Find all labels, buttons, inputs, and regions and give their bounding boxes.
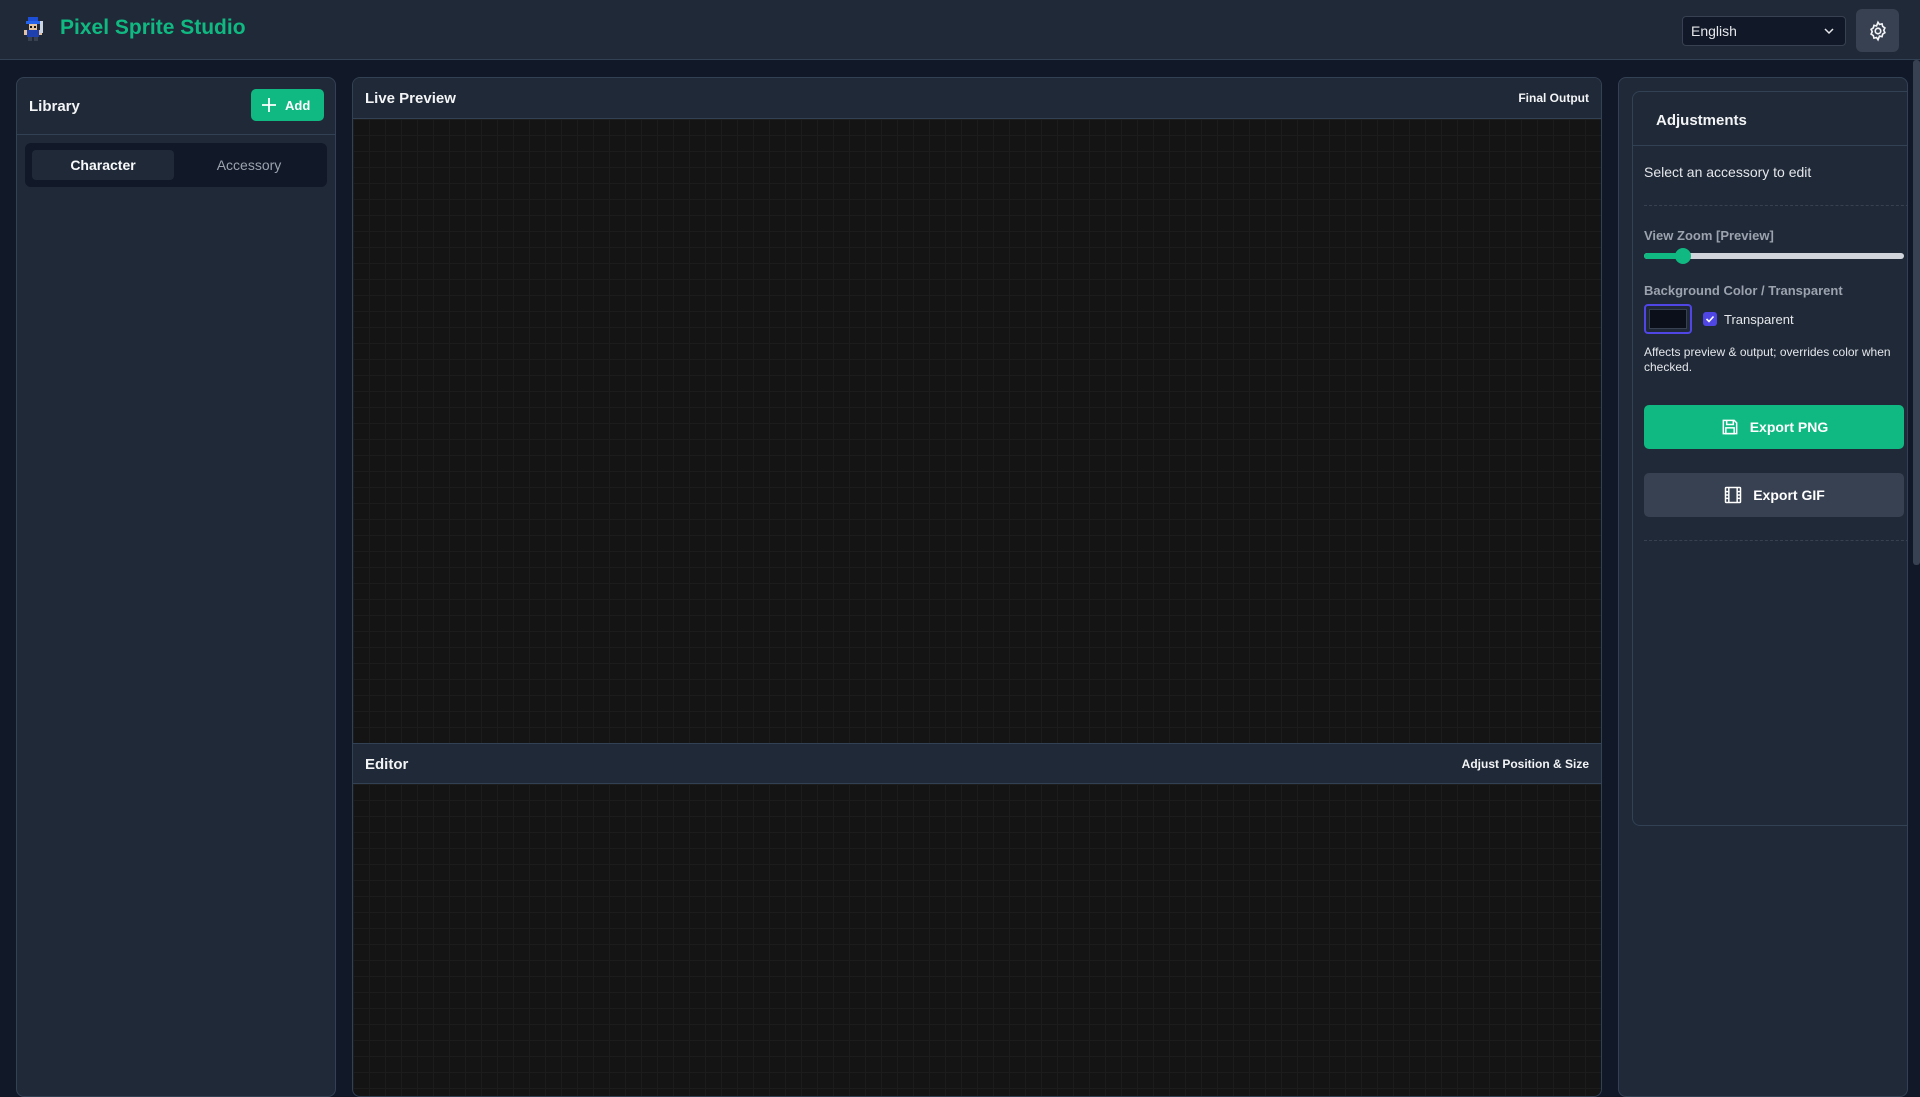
editor-title: Editor [365,756,409,773]
tab-accessory[interactable]: Accessory [178,150,320,180]
export-gif-label: Export GIF [1753,487,1825,503]
transparent-label: Transparent [1724,312,1794,327]
export-png-button[interactable]: Export PNG [1644,405,1904,449]
add-button-label: Add [285,97,311,113]
adjustments-title: Adjustments [1656,112,1747,129]
app-header: Pixel Sprite Studio English [0,0,1920,60]
divider [1644,540,1907,541]
background-label: Background Color / Transparent [1644,283,1843,298]
editor-canvas[interactable] [353,784,1601,1096]
library-tabs: Character Accessory [25,143,327,187]
right-panel: Adjustments Select an accessory to edit … [1618,77,1908,1097]
language-select[interactable]: English [1682,16,1846,46]
adjustments-hint: Select an accessory to edit [1644,164,1812,180]
check-icon [1705,315,1715,323]
export-gif-button[interactable]: Export GIF [1644,473,1904,517]
library-title: Library [29,98,80,115]
zoom-slider[interactable] [1644,248,1904,264]
transparent-checkbox[interactable] [1703,312,1717,326]
tab-character[interactable]: Character [32,150,174,180]
page-scrollbar[interactable] [1913,60,1920,565]
background-note: Affects preview & output; overrides colo… [1644,345,1891,374]
language-value: English [1691,23,1737,39]
film-icon [1724,486,1742,504]
library-panel: Library Add Character Accessory [16,77,336,1097]
plus-icon [262,98,276,112]
zoom-slider-thumb[interactable] [1675,248,1691,264]
settings-button[interactable] [1856,9,1899,52]
save-icon [1722,419,1738,435]
library-header: Library Add [17,78,335,135]
editor-header: Editor Adjust Position & Size [353,743,1601,784]
export-png-label: Export PNG [1749,419,1829,435]
live-preview-canvas[interactable] [353,119,1601,743]
app-title: Pixel Sprite Studio [60,16,246,39]
pixel-character-logo-icon [24,17,43,41]
background-color-picker[interactable] [1644,304,1692,334]
live-preview-title: Live Preview [365,90,456,107]
zoom-label: View Zoom [Preview] [1644,228,1774,243]
adjustments-panel: Adjustments Select an accessory to edit … [1632,91,1907,826]
adjustments-header: Adjustments [1633,92,1907,146]
gear-icon [1869,20,1886,41]
editor-subtitle: Adjust Position & Size [1461,757,1589,771]
live-preview-subtitle: Final Output [1518,91,1589,105]
color-swatch [1649,309,1687,329]
live-preview-header: Live Preview Final Output [353,78,1601,119]
chevron-down-icon [1824,28,1834,35]
add-button[interactable]: Add [251,89,324,121]
workspace-panel: Live Preview Final Output Editor Adjust … [352,77,1602,1097]
divider [1644,205,1907,206]
